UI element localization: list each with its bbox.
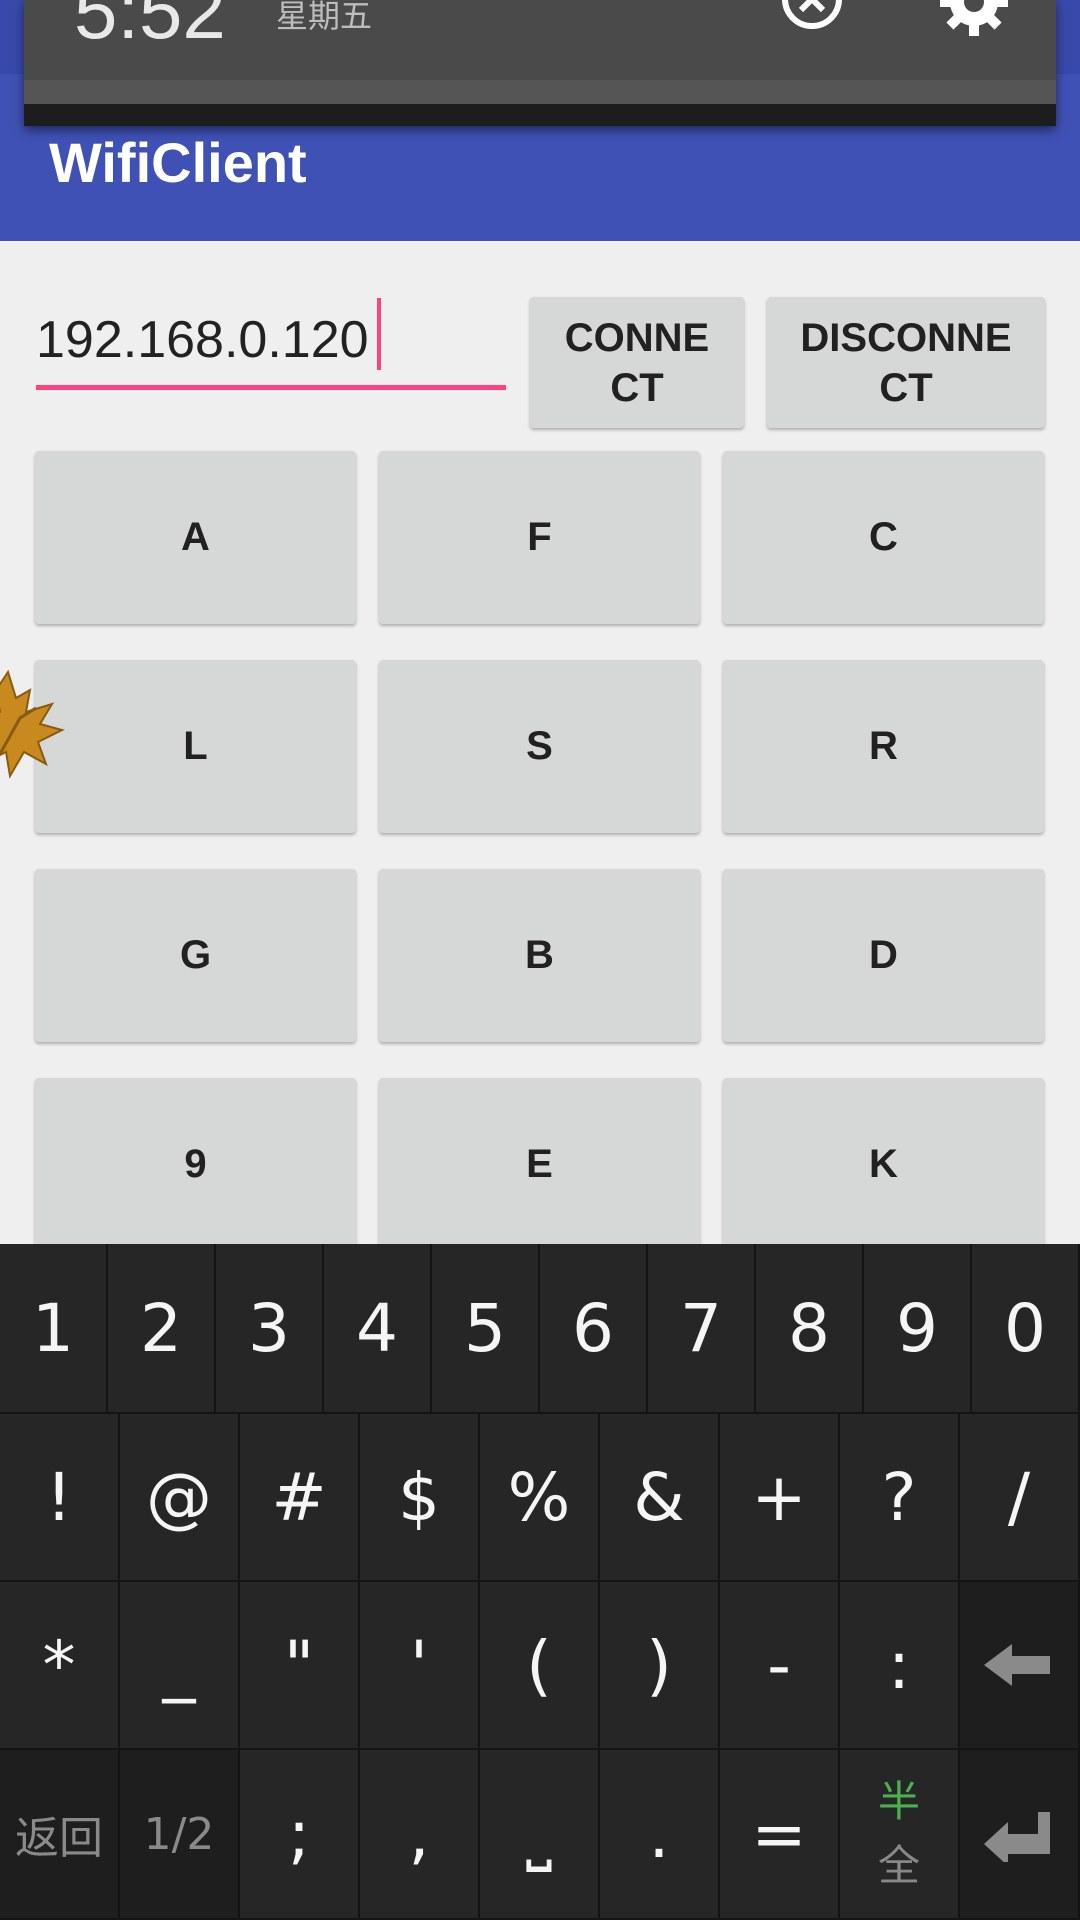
key-button-e[interactable]: E [379, 1078, 700, 1251]
key-8[interactable]: 8 [756, 1244, 864, 1414]
key-1[interactable]: 1 [0, 1244, 108, 1414]
shade-band [24, 80, 1056, 104]
key-underscore[interactable]: _ [120, 1582, 240, 1750]
key-5[interactable]: 5 [432, 1244, 540, 1414]
key-colon[interactable]: : [840, 1582, 960, 1750]
key-9[interactable]: 9 [864, 1244, 972, 1414]
key-6[interactable]: 6 [540, 1244, 648, 1414]
keyboard-row-symbols-2: * _ " ' ( ) - : [0, 1582, 1080, 1750]
key-asterisk[interactable]: * [0, 1582, 120, 1750]
key-dollar[interactable]: $ [360, 1414, 480, 1582]
maple-leaf-icon [0, 669, 65, 779]
half-full-label: 半 全 [878, 1770, 920, 1898]
key-button-k[interactable]: K [723, 1078, 1044, 1251]
keyboard-row-digits: 1 2 3 4 5 6 7 8 9 0 [0, 1244, 1080, 1414]
space-key[interactable]: ⎵ [480, 1750, 600, 1920]
key-button-f[interactable]: F [379, 451, 700, 624]
key-single-quote[interactable]: ' [360, 1582, 480, 1750]
key-double-quote[interactable]: " [240, 1582, 360, 1750]
keyboard-row-bottom: 返回 1/2 ; , ⎵ . = 半 全 [0, 1750, 1080, 1920]
key-3[interactable]: 3 [216, 1244, 324, 1414]
full-width-label: 全 [877, 1841, 920, 1890]
page-toggle-key[interactable]: 1/2 [120, 1750, 240, 1920]
key-7[interactable]: 7 [648, 1244, 756, 1414]
key-button-r[interactable]: R [723, 660, 1044, 833]
key-question[interactable]: ? [840, 1414, 960, 1582]
key-ampersand[interactable]: & [600, 1414, 720, 1582]
key-4[interactable]: 4 [324, 1244, 432, 1414]
enter-icon [984, 1812, 1050, 1862]
key-slash[interactable]: / [960, 1414, 1080, 1582]
key-period[interactable]: . [600, 1750, 720, 1920]
connect-button[interactable]: CONNE CT [530, 297, 744, 428]
key-button-d[interactable]: D [723, 869, 1044, 1042]
key-2[interactable]: 2 [108, 1244, 216, 1414]
half-width-label: 半 [877, 1777, 920, 1826]
keyboard-row-symbols-1: ! @ # $ % & + ? / [0, 1414, 1080, 1582]
key-button-a[interactable]: A [35, 451, 356, 624]
disconnect-button[interactable]: DISCONNE CT [767, 297, 1045, 428]
key-hash[interactable]: # [240, 1414, 360, 1582]
key-close-paren[interactable]: ) [600, 1582, 720, 1750]
key-button-9[interactable]: 9 [35, 1078, 356, 1251]
half-full-width-key[interactable]: 半 全 [840, 1750, 960, 1920]
key-exclamation[interactable]: ! [0, 1414, 120, 1582]
app-title: WifiClient [49, 131, 307, 194]
key-button-l[interactable]: L [35, 660, 356, 833]
key-minus[interactable]: - [720, 1582, 840, 1750]
shade-day: 星期五 [276, 0, 373, 34]
key-button-c[interactable]: C [723, 451, 1044, 624]
text-cursor [377, 298, 381, 370]
backspace-icon [984, 1644, 1050, 1686]
key-comma[interactable]: , [360, 1750, 480, 1920]
backspace-key[interactable] [960, 1582, 1080, 1750]
key-button-g[interactable]: G [35, 869, 356, 1042]
key-0[interactable]: 0 [972, 1244, 1080, 1414]
key-button-b[interactable]: B [379, 869, 700, 1042]
back-key[interactable]: 返回 [0, 1750, 120, 1920]
clear-all-icon[interactable] [781, 0, 843, 30]
ip-address-input[interactable] [36, 295, 506, 390]
key-equals[interactable]: = [720, 1750, 840, 1920]
shade-edge [24, 104, 1056, 126]
key-at[interactable]: @ [120, 1414, 240, 1582]
enter-key[interactable] [960, 1750, 1080, 1920]
shade-time: 5:52 [74, 0, 226, 55]
key-plus[interactable]: + [720, 1414, 840, 1582]
soft-keyboard: 1 2 3 4 5 6 7 8 9 0 ! @ # $ % & + ? / * … [0, 1244, 1080, 1920]
key-button-s[interactable]: S [379, 660, 700, 833]
key-open-paren[interactable]: ( [480, 1582, 600, 1750]
gear-icon[interactable] [938, 0, 1010, 38]
key-semicolon[interactable]: ; [240, 1750, 360, 1920]
notification-shade[interactable]: 5:52 星期五 [24, 0, 1056, 126]
key-percent[interactable]: % [480, 1414, 600, 1582]
